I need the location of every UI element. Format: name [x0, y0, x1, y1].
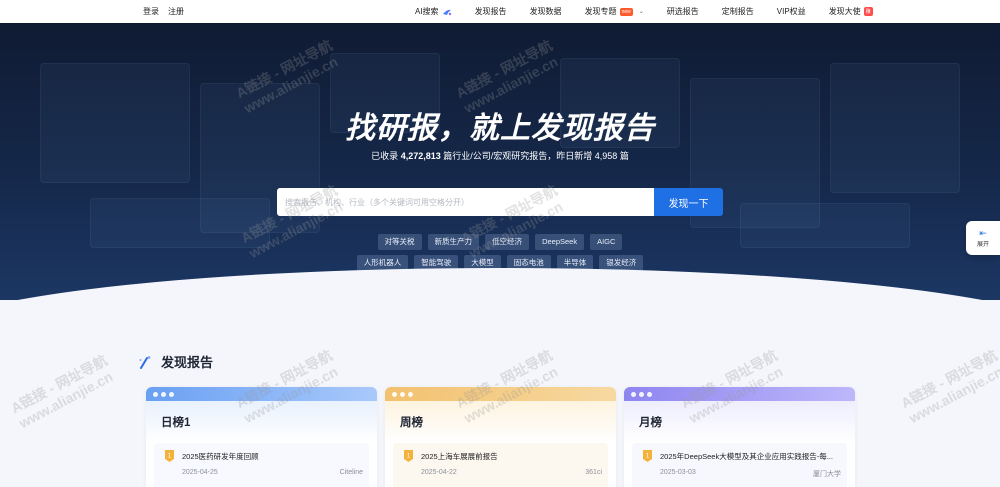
report-date: 2025-04-22: [421, 469, 457, 476]
section-title: 发现报告: [161, 355, 214, 370]
hot-tag[interactable]: 低空经济: [485, 234, 530, 250]
earn-badge: 赚: [863, 7, 873, 16]
nav-data[interactable]: 发现数据: [530, 6, 562, 17]
nav-reports[interactable]: 发现报告: [475, 6, 507, 17]
watermark: A链接 - 网址导航 www.alianjie.cn: [898, 346, 1000, 427]
ranking-card-weekly: 周榜 1 2025上海车展展前报告 2025-04-22 361ci: [385, 387, 616, 487]
rank-medal-icon: 1: [165, 450, 174, 462]
hot-tag[interactable]: DeepSeek: [535, 234, 585, 250]
hot-tag[interactable]: 对等关税: [377, 234, 422, 250]
search-bar: 发现一下: [277, 188, 723, 216]
rank-medal-icon: 1: [404, 450, 413, 462]
hero-banner: 找研报，就上发现报告 已收录 4,272,813 篇行业/公司/宏观研究报告，昨…: [0, 23, 1000, 300]
hot-tag[interactable]: 新质生产力: [427, 234, 480, 250]
register-link[interactable]: 注册: [168, 6, 184, 17]
report-title: 2025上海车展展前报告: [421, 452, 498, 461]
card-title: 周榜: [385, 401, 616, 443]
card-title: 月榜: [624, 401, 855, 443]
report-count: 4,272,813: [400, 151, 441, 161]
main-nav: AI搜索 发现报告 发现数据 发现专题 new ⌄ 研选报告 定制报告 VIP权…: [415, 0, 873, 23]
report-source: 厦门大学: [813, 471, 841, 478]
window-dots: [146, 387, 377, 401]
nav-ai-search[interactable]: AI搜索: [415, 6, 452, 17]
nav-topics[interactable]: 发现专题 new ⌄: [585, 6, 644, 17]
report-title: 2025年DeepSeek大模型及其企业应用实践报告-每...: [660, 452, 833, 461]
card-title: 日榜1: [146, 401, 377, 443]
top-nav: 登录 注册 AI搜索 发现报告 发现数据 发现专题 new ⌄ 研选报告 定制报…: [0, 0, 1000, 23]
report-date: 2025-04-25: [182, 469, 218, 476]
sparkle-icon: [139, 355, 151, 369]
nav-vip[interactable]: VIP权益: [777, 6, 806, 17]
new-count: 4,958: [594, 151, 618, 161]
report-source: 361ci: [585, 469, 602, 476]
ranking-card-daily: 日榜1 1 2025医药研发年度回顾 2025-04-25 Citeline: [146, 387, 377, 487]
hero-subtitle: 已收录 4,272,813 篇行业/公司/宏观研究报告，昨日新增 4,958 篇: [371, 151, 629, 161]
report-title: 2025医药研发年度回顾: [182, 452, 259, 461]
rank-medal-icon: 1: [643, 450, 652, 462]
chevron-down-icon: ⌄: [638, 9, 644, 15]
search-button[interactable]: 发现一下: [654, 188, 723, 216]
new-badge: new: [619, 7, 633, 16]
login-link[interactable]: 登录: [143, 6, 159, 17]
ranking-card-monthly: 月榜 1 2025年DeepSeek大模型及其企业应用实践报告-每... 202…: [624, 387, 855, 487]
window-dots: [624, 387, 855, 401]
list-item[interactable]: 1 2025上海车展展前报告 2025-04-22 361ci: [393, 443, 608, 487]
auth-links: 登录 注册: [143, 0, 184, 23]
hot-tags-row-1: 对等关税 新质生产力 低空经济 DeepSeek AIGC: [0, 234, 1000, 250]
ai-sparkle-icon: [442, 9, 451, 15]
expand-sidebar-button[interactable]: ⇤ 展开: [966, 221, 1000, 255]
report-date: 2025-03-03: [660, 469, 696, 476]
hot-tag[interactable]: AIGC: [590, 234, 623, 250]
hero-title: 找研报，就上发现报告: [345, 112, 655, 145]
list-item[interactable]: 1 2025医药研发年度回顾 2025-04-25 Citeline: [154, 443, 369, 487]
window-dots: [385, 387, 616, 401]
nav-custom-reports[interactable]: 定制报告: [722, 6, 754, 17]
section-header: 发现报告: [138, 352, 213, 371]
list-item[interactable]: 1 2025年DeepSeek大模型及其企业应用实践报告-每... 2025-0…: [632, 443, 847, 487]
nav-ambassador[interactable]: 发现大使 赚: [829, 6, 873, 17]
expand-icon: ⇤: [979, 228, 987, 238]
report-source: Citeline: [339, 469, 363, 476]
watermark: A链接 - 网址导航 www.alianjie.cn: [8, 351, 116, 432]
nav-selected-reports[interactable]: 研选报告: [667, 6, 699, 17]
search-input[interactable]: [277, 188, 654, 216]
